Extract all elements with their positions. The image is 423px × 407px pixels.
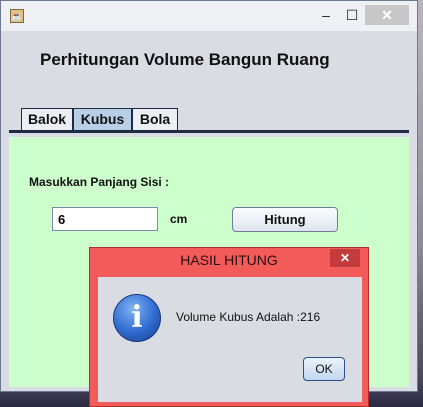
dialog-body: i Volume Kubus Adalah :216 OK: [98, 277, 362, 402]
dialog-close-button[interactable]: ✕: [330, 249, 360, 267]
maximize-button[interactable]: ☐: [339, 5, 365, 25]
java-app-icon: ☕: [10, 9, 24, 23]
title-bar[interactable]: ☕ ‒ ☐ ✕: [1, 1, 417, 31]
dialog-title: HASIL HITUNG: [180, 252, 278, 268]
minimize-button[interactable]: ‒: [313, 5, 339, 25]
calculate-button[interactable]: Hitung: [232, 207, 338, 232]
info-letter-icon: i: [131, 300, 143, 335]
close-button[interactable]: ✕: [365, 5, 409, 25]
info-icon: i: [113, 294, 161, 342]
page-title: Perhitungan Volume Bangun Ruang: [40, 50, 330, 69]
unit-label: cm: [170, 212, 188, 226]
side-length-label: Masukkan Panjang Sisi :: [29, 175, 170, 189]
result-dialog: HASIL HITUNG ✕ i Volume Kubus Adalah :21…: [89, 247, 369, 407]
side-length-input[interactable]: [52, 207, 158, 231]
result-message: Volume Kubus Adalah :216: [176, 310, 321, 324]
tab-bola[interactable]: Bola: [132, 108, 178, 130]
tab-balok[interactable]: Balok: [21, 108, 73, 130]
tab-divider: [9, 130, 409, 133]
tab-kubus[interactable]: Kubus: [73, 108, 132, 130]
ok-button[interactable]: OK: [303, 357, 345, 381]
